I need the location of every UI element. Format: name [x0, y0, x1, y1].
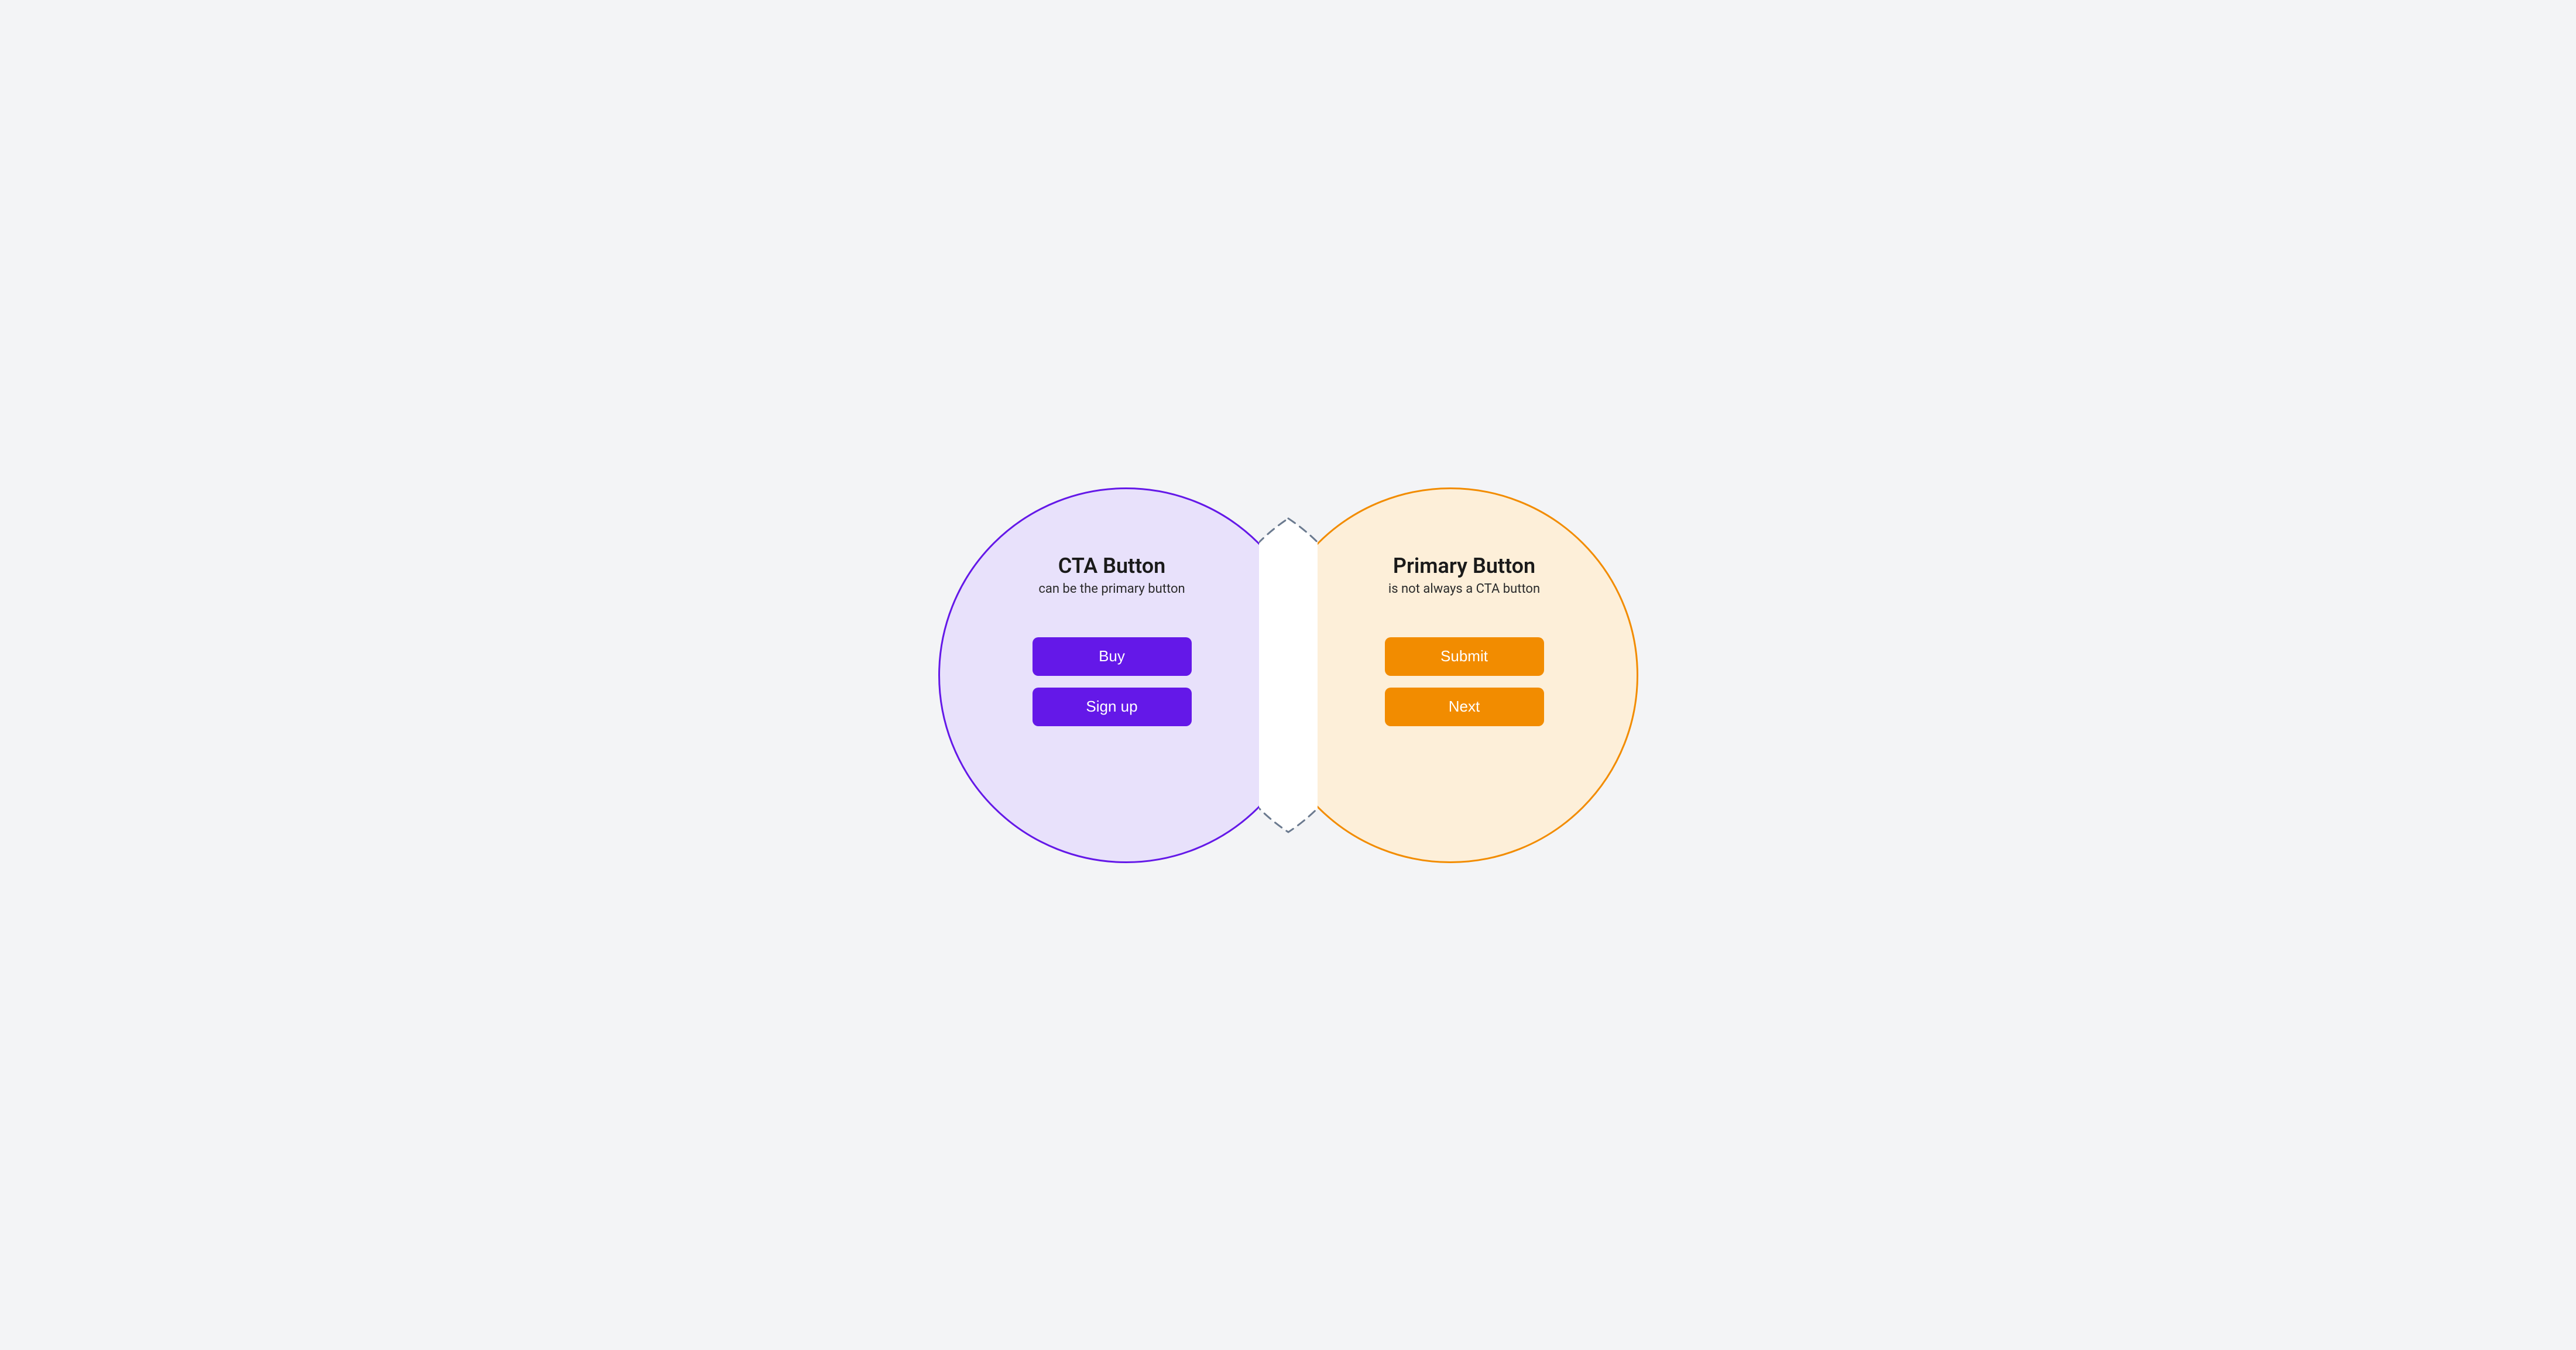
- right-title: Primary Button: [1393, 554, 1535, 578]
- next-button[interactable]: Next: [1385, 688, 1544, 726]
- left-subtitle: can be the primary button: [1038, 582, 1185, 596]
- right-circle: Primary Button is not always a CTA butto…: [1263, 487, 1638, 863]
- left-title: CTA Button: [1058, 554, 1166, 578]
- submit-button[interactable]: Submit: [1385, 637, 1544, 676]
- venn-diagram: CTA Button can be the primary button Buy…: [920, 470, 1657, 880]
- sign-up-button[interactable]: Sign up: [1033, 688, 1192, 726]
- left-circle: CTA Button can be the primary button Buy…: [938, 487, 1314, 863]
- right-subtitle: is not always a CTA button: [1388, 582, 1540, 596]
- buy-button[interactable]: Buy: [1033, 637, 1192, 676]
